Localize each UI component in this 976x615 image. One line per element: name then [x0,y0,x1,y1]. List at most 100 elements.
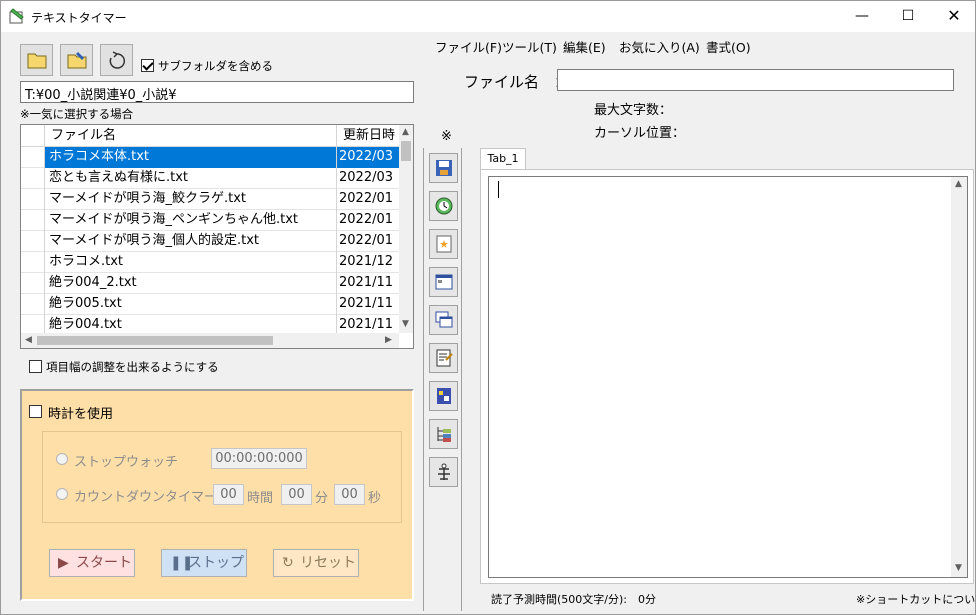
refresh-icon [109,51,126,69]
windows-button[interactable] [429,305,458,335]
row-header[interactable] [21,273,45,294]
edit-icon [436,349,453,367]
new-file-button[interactable] [429,229,458,259]
stopwatch-radio[interactable] [56,453,68,465]
menu-tools[interactable]: ツール(T) [502,37,557,56]
scroll-left-icon[interactable]: ◀ [25,335,32,345]
edit-folder-button[interactable] [60,44,93,76]
file-name-cell: 絶ラ004_2.txt [45,273,337,294]
file-name-cell: マーメイドが唄う海_ペンギンちゃん他.txt [45,210,337,231]
timer-panel: 時計を使用 ストップウォッチ 00:00:00:000 カウントダウンタイマー … [20,389,414,601]
new-icon [436,235,452,253]
file-row[interactable]: 恋とも言えぬ有様に.txt 2022/03 [21,168,399,189]
editor-scroll-down-icon[interactable]: ▼ [955,563,962,573]
title-bar: テキストタイマー — ☐ ✕ [1,1,975,32]
maximize-button[interactable]: ☐ [885,1,931,32]
folder-edit-icon [67,52,87,69]
start-label: スタート [76,555,132,571]
file-date-cell: 2022/01 [339,212,394,227]
seconds-input[interactable]: 00 [334,484,365,505]
save-icon [436,160,452,176]
minutes-unit: 分 [315,491,329,506]
refresh-button[interactable] [100,44,133,76]
column-header-name[interactable]: ファイル名 [45,125,337,147]
file-row[interactable]: 絶ラ005.txt 2021/11 [21,294,399,315]
column-resize-checkbox[interactable] [29,360,42,373]
stopwatch-label: ストップウォッチ [74,455,179,470]
pause-icon: ❚❚ [170,555,194,571]
open-folder-button[interactable] [20,44,53,76]
file-list[interactable]: ファイル名 更新日時 ホラコメ本体.txt 2022/03 恋とも言えぬ有様に.tx… [20,124,414,349]
stop-label: ストップ [188,555,244,571]
row-header[interactable] [21,147,45,168]
max-chars-label: 最大文字数： [594,103,673,118]
hours-input[interactable]: 00 [213,484,244,505]
window-title: テキストタイマー [31,11,127,25]
scroll-thumb-horizontal[interactable] [37,336,273,345]
text-editor[interactable] [488,176,968,578]
timer-tool-button[interactable] [429,191,458,221]
menu-edit[interactable]: 編集(E) [563,37,606,56]
edit-document-button[interactable] [429,343,458,373]
scroll-up-icon[interactable]: ▲ [402,127,409,137]
use-clock-checkbox[interactable] [29,405,42,418]
subfolder-label: サブフォルダを含める [158,59,273,73]
row-header[interactable] [21,168,45,189]
stop-button[interactable]: ❚❚ ストップ [161,549,247,577]
file-date-cell: 2021/12 [339,254,394,269]
file-row[interactable]: マーメイドが唄う海_鮫クラゲ.txt 2022/01 [21,189,399,210]
reset-label: リセット [300,555,356,571]
save-button[interactable] [429,153,458,183]
row-header[interactable] [21,189,45,210]
reset-button[interactable]: ↻ リセット [273,549,359,577]
stopwatch-display: 00:00:00:000 [211,448,307,469]
minimize-button[interactable]: — [839,1,885,32]
path-input[interactable]: T:¥00_小説関連¥0_小説¥ [20,81,414,103]
minutes-input[interactable]: 00 [281,484,312,505]
play-icon: ▶ [58,555,69,571]
document-button[interactable] [429,381,458,411]
app-icon [9,8,24,24]
scroll-right-icon[interactable]: ▶ [385,335,392,345]
windows-icon [435,311,453,328]
editor-scroll-up-icon[interactable]: ▲ [955,179,962,189]
file-name-label: ファイル名 ： [464,73,570,91]
scroll-down-icon[interactable]: ▼ [402,319,409,329]
reset-icon: ↻ [282,555,294,571]
window-button[interactable] [429,267,458,297]
tab-1[interactable]: Tab_1 [480,148,526,170]
side-note: ※ [441,129,452,144]
file-name-cell: ホラコメ.txt [45,252,337,273]
start-button[interactable]: ▶ スタート [49,549,135,577]
menu-file[interactable]: ファイル(F) [435,37,502,56]
shortcut-help-link[interactable]: ※ショートカットについて [856,591,976,607]
file-row[interactable]: ホラコメ.txt 2021/12 [21,252,399,273]
file-row[interactable]: マーメイドが唄う海_ペンギンちゃん他.txt 2022/01 [21,210,399,231]
close-button[interactable]: ✕ [931,1,976,32]
file-row[interactable]: 絶ラ004_2.txt 2021/11 [21,273,399,294]
scroll-thumb[interactable] [401,141,411,161]
row-header[interactable] [21,294,45,315]
menu-format[interactable]: 書式(O) [706,37,751,56]
pin-button[interactable] [429,457,458,487]
file-row[interactable]: マーメイドが唄う海_個人的設定.txt 2022/01 [21,231,399,252]
file-date-cell: 2021/11 [339,296,394,311]
list-horizontal-scrollbar[interactable]: ◀ ▶ [21,333,399,348]
list-vertical-scrollbar[interactable]: ▲ ▼ [399,125,413,333]
file-name-input[interactable] [557,69,954,91]
row-header[interactable] [21,252,45,273]
menu-favorites[interactable]: お気に入り(A) [619,37,700,56]
file-date-cell: 2022/01 [339,191,394,206]
editor-vertical-scrollbar[interactable]: ▲ ▼ [951,177,967,577]
tree-button[interactable] [429,419,458,449]
countdown-label: カウントダウンタイマー [74,490,218,505]
doc-icon [437,388,451,404]
seconds-unit: 秒 [368,491,382,506]
subfolder-checkbox[interactable] [141,59,154,72]
row-header[interactable] [21,210,45,231]
countdown-radio[interactable] [56,488,68,500]
row-header-corner [21,125,45,147]
file-row[interactable]: ホラコメ本体.txt 2022/03 [21,147,399,168]
column-header-date[interactable]: 更新日時 [337,125,399,147]
row-header[interactable] [21,231,45,252]
